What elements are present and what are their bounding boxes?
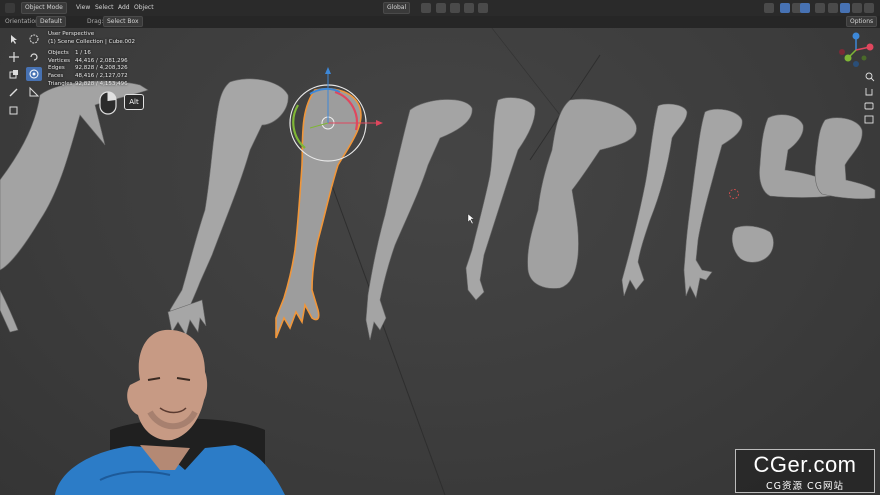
gizmo-toggle-icon[interactable] <box>780 3 790 13</box>
tool-settings-bar: Orientation: Default Drag: Select Box Op… <box>0 16 880 28</box>
arm-sculpt-selected <box>275 88 362 339</box>
watermark-main-text: CGer.com <box>753 452 857 477</box>
rotate-icon <box>30 53 38 61</box>
shading-wireframe-icon[interactable] <box>828 3 838 13</box>
arm-sculpt-6 <box>527 98 637 289</box>
watermark-sub-text: CG资源 CG网站 <box>765 481 844 492</box>
add-cube-icon <box>9 106 18 115</box>
arm-sculpt-4 <box>365 99 473 341</box>
mode-label: Object Mode <box>25 4 63 11</box>
editor-type-icon[interactable] <box>5 3 15 13</box>
stats-label: Faces <box>48 72 64 79</box>
grid-toggle-icon <box>864 115 874 124</box>
transform-icon <box>29 69 39 79</box>
presenter-webcam <box>55 329 285 495</box>
mouse-button-hint-icon <box>99 91 117 115</box>
menu-object[interactable]: Object <box>131 3 157 13</box>
transform-tool[interactable] <box>26 67 42 81</box>
menu-add[interactable]: Add <box>115 3 133 13</box>
arm-sculpt-1 <box>0 80 149 333</box>
stats-row: Triangles 92,828 / 4,153,496 <box>48 81 135 89</box>
stats-row: Objects 1 / 16 <box>48 50 135 58</box>
shading-material-icon[interactable] <box>852 3 862 13</box>
add-cube-tool[interactable] <box>6 103 22 117</box>
stats-value: 92,828 / 4,153,496 <box>75 80 128 87</box>
snap-target-icon[interactable] <box>450 3 460 13</box>
arm-sculpt-2 <box>167 78 289 336</box>
3d-viewport[interactable]: Object Mode View Select Add Object Globa… <box>0 0 880 495</box>
xray-icon[interactable] <box>815 3 825 13</box>
proportional-falloff-icon[interactable] <box>478 3 488 13</box>
stats-label: Edges <box>48 65 65 72</box>
measure-icon <box>29 86 40 97</box>
arm-sculpt-8 <box>683 108 743 299</box>
menu-select[interactable]: Select <box>92 3 117 13</box>
overlays-icon[interactable] <box>800 3 810 13</box>
mouse-pointer-icon <box>467 213 475 225</box>
arm-sculpt-9 <box>759 114 876 200</box>
transform-orientation-selector[interactable]: Global <box>383 2 411 14</box>
3d-cursor-icon <box>729 189 739 199</box>
shading-solid-icon[interactable] <box>840 3 850 13</box>
cursor-tool[interactable] <box>26 32 42 46</box>
move-icon <box>9 52 19 62</box>
pan-hand-icon <box>865 88 873 96</box>
proportional-edit-icon[interactable] <box>464 3 474 13</box>
drag-value: Select Box <box>107 18 139 25</box>
mode-selector[interactable]: Object Mode <box>21 2 67 14</box>
rotate-tool[interactable] <box>26 50 42 64</box>
menu-view[interactable]: View <box>73 3 93 13</box>
stats-value: 1 / 16 <box>75 50 91 57</box>
stats-label: Triangles <box>48 80 73 87</box>
viewport-header: Object Mode View Select Add Object Globa… <box>0 0 880 17</box>
fist-sculpt <box>731 225 774 263</box>
select-tool[interactable] <box>6 32 22 46</box>
navigation-gizmo[interactable] <box>839 32 874 68</box>
drag-dropdown[interactable]: Select Box <box>103 16 143 27</box>
stats-row: Faces 48,416 / 2,127,072 <box>48 73 135 81</box>
scale-tool[interactable] <box>6 67 22 81</box>
annotate-tool[interactable] <box>6 85 22 99</box>
stats-label: Objects <box>48 50 69 57</box>
scale-icon <box>9 70 18 79</box>
snap-icon[interactable] <box>436 3 446 13</box>
watermark-logo: CGer.com CG资源 CG网站 <box>735 449 875 493</box>
shading-rendered-icon[interactable] <box>864 3 874 13</box>
annotate-icon <box>9 88 18 97</box>
arm-sculpt-5 <box>465 97 536 301</box>
stats-value: 92,828 / 4,208,326 <box>75 65 128 72</box>
options-dropdown[interactable]: Options <box>846 16 878 27</box>
visibility-icon[interactable] <box>764 3 774 13</box>
orientation-dropdown[interactable]: Default <box>36 16 66 27</box>
stats-value: 48,416 / 2,127,072 <box>75 72 128 79</box>
pivot-icon[interactable] <box>421 3 431 13</box>
view-name: User Perspective <box>48 31 95 37</box>
viewport-stats-overlay: User Perspective (1) Scene Collection | … <box>48 31 135 88</box>
stats-row: Edges 92,828 / 4,208,326 <box>48 65 135 73</box>
camera-icon <box>864 102 874 110</box>
transform-orientation-label: Global <box>387 4 407 11</box>
select-cursor-icon <box>11 35 17 44</box>
3d-cursor-tool-icon <box>29 34 39 44</box>
collection-name: (1) Scene Collection | Cube.002 <box>48 38 136 45</box>
measure-tool[interactable] <box>26 85 42 99</box>
alt-key-hint: Alt <box>124 94 144 110</box>
move-tool[interactable] <box>6 50 22 64</box>
options-label: Options <box>850 18 874 25</box>
viewport-right-tools <box>864 72 875 124</box>
orientation-value: Default <box>40 18 62 25</box>
